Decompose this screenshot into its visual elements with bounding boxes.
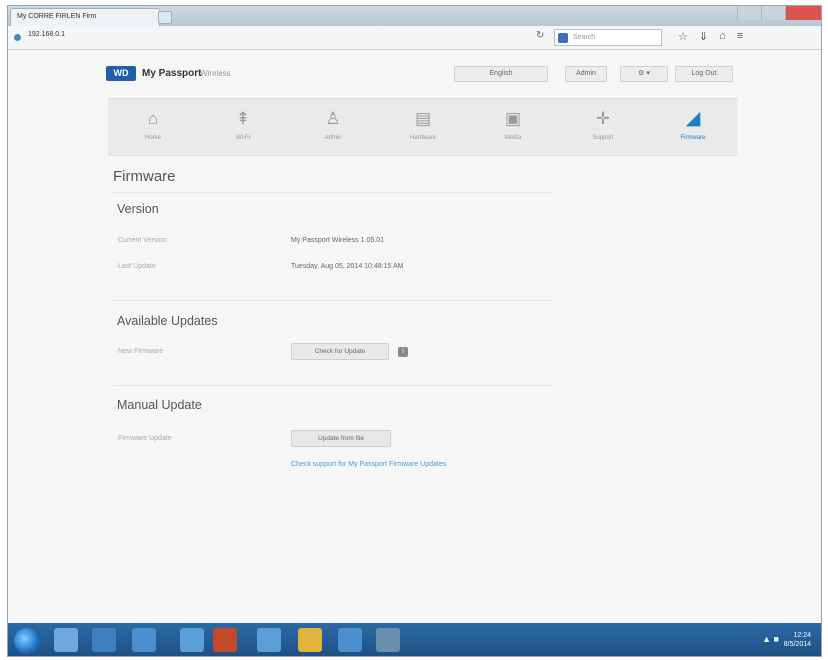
title-divider: [113, 192, 553, 193]
window-controls: [737, 6, 821, 20]
taskbar-app-icon[interactable]: [92, 628, 116, 652]
check-for-update-button[interactable]: Check for Update: [291, 343, 389, 360]
minimize-button[interactable]: [737, 6, 761, 20]
new-firmware-label: New Firmware: [118, 348, 164, 355]
clock-time: 12:24: [793, 632, 811, 639]
taskbar-app-icon[interactable]: [180, 628, 204, 652]
star-icon[interactable]: ☆: [678, 30, 688, 43]
firmware-support-link[interactable]: Check support for My Passport Firmware U…: [291, 461, 446, 468]
admin-icon: ♙: [325, 109, 341, 128]
taskbar-app-icon[interactable]: [132, 628, 156, 652]
system-tray-icons[interactable]: ▲ ■: [762, 634, 779, 644]
nav-item-admin[interactable]: ♙ Admin: [288, 99, 378, 155]
home-icon[interactable]: ⌂: [719, 30, 726, 43]
wifi-icon: ⇞: [235, 109, 251, 128]
hardware-icon: ▤: [414, 109, 432, 128]
nav-item-support[interactable]: ✛ Support: [558, 99, 648, 155]
search-engine-icon[interactable]: [558, 33, 568, 43]
firmware-update-label: Firmware Update: [118, 435, 172, 442]
main-navigation: ⌂ Home ⇞ Wi-Fi ♙ Admin ▤ Hardware ▣ Media ✛ Support…: [108, 98, 738, 156]
nav-item-hardware[interactable]: ▤ Hardware: [378, 99, 468, 155]
menu-icon[interactable]: ≡: [737, 30, 743, 43]
wd-dashboard: WD My Passport Wireless English Admin ⚙ …: [8, 50, 821, 608]
media-icon: ▣: [504, 109, 522, 128]
new-tab-button[interactable]: [158, 11, 172, 24]
wd-logo: WD: [106, 66, 136, 81]
windows-taskbar: ▲ ■ 12:24 8/5/2014: [8, 623, 821, 656]
info-icon[interactable]: i: [398, 347, 408, 357]
taskbar-app-icon[interactable]: [54, 628, 78, 652]
address-bar[interactable]: 192.168.0.1: [28, 31, 65, 38]
folder-taskbar-icon[interactable]: [298, 628, 322, 652]
taskbar-app-icon[interactable]: [338, 628, 362, 652]
section-divider: [113, 385, 553, 386]
browser-taskbar-icon[interactable]: [213, 628, 237, 652]
download-icon[interactable]: ⇓: [699, 30, 708, 43]
start-button[interactable]: [14, 628, 40, 654]
home-icon: ⌂: [147, 109, 159, 128]
search-input[interactable]: Search: [554, 29, 662, 46]
browser-tab[interactable]: My CORRE FIRLEN Firm: [10, 8, 160, 26]
product-subtitle: Wireless: [200, 69, 231, 78]
nav-item-label: Hardware: [409, 135, 436, 141]
nav-item-label: Support: [592, 135, 614, 141]
close-window-button[interactable]: [785, 6, 821, 20]
language-select[interactable]: English: [454, 66, 548, 82]
manual-update-heading: Manual Update: [117, 398, 202, 412]
nav-item-label: Admin: [324, 135, 342, 141]
user-menu[interactable]: Admin: [565, 66, 607, 82]
system-clock[interactable]: 12:24 8/5/2014: [784, 631, 811, 649]
browser-tab-bar: My CORRE FIRLEN Firm: [8, 6, 821, 26]
nav-item-label: Wi-Fi: [236, 135, 250, 141]
nav-item-label: Firmware: [680, 135, 706, 141]
nav-item-home[interactable]: ⌂ Home: [108, 99, 198, 155]
update-from-file-button[interactable]: Update from file: [291, 430, 391, 447]
page-title: Firmware: [113, 168, 176, 185]
last-update-label: Last Update: [118, 263, 156, 270]
nav-item-wi-fi[interactable]: ⇞ Wi-Fi: [198, 99, 288, 155]
current-version-value: My Passport Wireless 1.05.01: [291, 237, 384, 244]
available-updates-heading: Available Updates: [117, 314, 218, 328]
settings-menu[interactable]: ⚙ ▾: [620, 66, 668, 82]
last-update-value: Tuesday, Aug 05, 2014 10:48:15 AM: [291, 263, 404, 270]
browser-toolbar: 192.168.0.1 ↻ Search ☆ ⇓ ⌂ ≡: [8, 26, 821, 50]
browser-window: My CORRE FIRLEN Firm 192.168.0.1 ↻ Searc…: [7, 5, 822, 657]
taskbar-app-icon[interactable]: [376, 628, 400, 652]
maximize-button[interactable]: [761, 6, 785, 20]
logout-button[interactable]: Log Out: [675, 66, 733, 82]
product-name: My Passport: [142, 68, 202, 79]
taskbar-app-icon[interactable]: [257, 628, 281, 652]
nav-item-media[interactable]: ▣ Media: [468, 99, 558, 155]
current-version-label: Current Version: [118, 237, 167, 244]
site-identity-icon[interactable]: [14, 34, 21, 41]
search-placeholder: Search: [573, 34, 596, 41]
clock-date: 8/5/2014: [783, 641, 811, 648]
nav-item-label: Home: [144, 135, 161, 141]
firmware-icon: ◢: [685, 108, 701, 129]
support-icon: ✛: [595, 109, 611, 128]
version-heading: Version: [117, 202, 159, 216]
browser-nav-icons: ☆ ⇓ ⌂ ≡: [678, 30, 743, 43]
nav-item-label: Media: [504, 135, 522, 141]
nav-item-firmware[interactable]: ◢ Firmware: [648, 99, 738, 155]
section-divider: [113, 300, 553, 301]
reload-icon[interactable]: ↻: [536, 30, 544, 41]
